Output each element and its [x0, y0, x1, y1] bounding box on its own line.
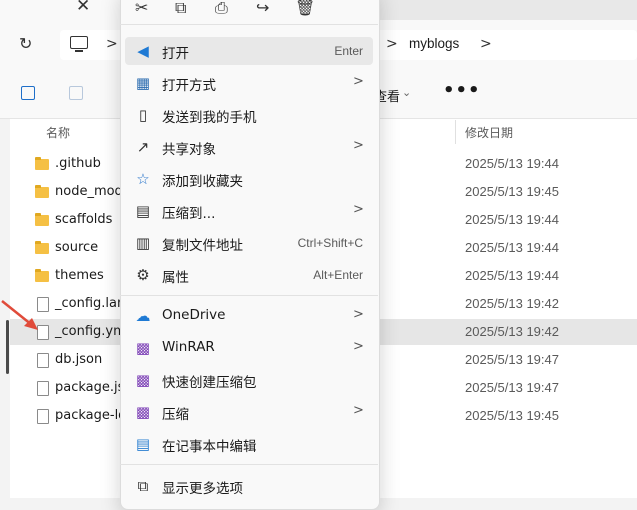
submenu-chevron-icon: >	[353, 403, 364, 418]
file-name: package-lo	[55, 408, 127, 423]
context-menu-item[interactable]: OneDrive	[162, 307, 225, 323]
share-icon: ↗	[136, 138, 150, 156]
file-name: themes	[55, 268, 104, 283]
wrench-icon: ⚙	[136, 266, 150, 284]
context-menu-item[interactable]: 压缩	[162, 403, 189, 423]
file-date: 2025/5/13 19:44	[465, 268, 559, 283]
context-menu-item[interactable]: 共享对象	[162, 138, 216, 158]
submenu-chevron-icon: >	[353, 74, 364, 89]
context-menu-item[interactable]: 快速创建压缩包	[162, 371, 257, 391]
context-menu-item[interactable]: 显示更多选项	[162, 477, 243, 497]
file-icon	[37, 409, 49, 424]
context-menu-item[interactable]: 打开	[162, 42, 189, 62]
zip-icon: ▤	[135, 202, 151, 220]
file-date: 2025/5/13 19:47	[465, 380, 559, 395]
copy-icon[interactable]	[21, 86, 35, 100]
menu-separator	[120, 24, 378, 25]
breadcrumb-chevron-icon[interactable]: >	[106, 36, 118, 52]
submenu-chevron-icon: >	[353, 138, 364, 153]
paste-icon[interactable]	[69, 86, 83, 100]
menu-separator	[120, 295, 378, 296]
breadcrumb-current-folder[interactable]: myblogs	[409, 36, 459, 51]
file-date: 2025/5/13 19:45	[465, 184, 559, 199]
file-name: _config.yml	[55, 324, 130, 339]
file-icon	[37, 381, 49, 396]
refresh-icon[interactable]: ↻	[19, 34, 32, 53]
submenu-chevron-icon: >	[353, 339, 364, 354]
file-name: db.json	[55, 352, 103, 367]
context-menu-item[interactable]: 发送到我的手机	[162, 106, 257, 126]
tab-current[interactable]	[0, 0, 120, 20]
breadcrumb-chevron-icon[interactable]: >	[480, 36, 492, 52]
this-pc-icon[interactable]	[70, 36, 88, 52]
annotation-arrow-icon	[1, 300, 38, 330]
context-menu-item[interactable]: 属性	[162, 266, 189, 286]
chevron-down-icon[interactable]: ⌄	[402, 86, 411, 99]
context-menu-item[interactable]: 在记事本中编辑	[162, 435, 257, 455]
close-tab-icon[interactable]: ✕	[76, 0, 90, 16]
column-header-name[interactable]: 名称	[46, 124, 70, 141]
share-icon[interactable]: ↪	[256, 0, 269, 17]
folder-icon	[35, 185, 49, 198]
column-header-date[interactable]: 修改日期	[465, 124, 513, 141]
more-options-icon: ⧉	[137, 477, 149, 495]
file-date: 2025/5/13 19:47	[465, 352, 559, 367]
context-menu-item[interactable]: 复制文件地址	[162, 234, 243, 254]
file-icon	[37, 353, 49, 368]
star-icon: ☆	[136, 170, 150, 188]
file-date: 2025/5/13 19:42	[465, 324, 559, 339]
file-name: scaffolds	[55, 212, 113, 227]
context-menu-item[interactable]: 添加到收藏夹	[162, 170, 243, 190]
context-menu-item[interactable]: WinRAR	[162, 339, 215, 355]
folder-icon	[35, 269, 49, 282]
folder-icon	[35, 241, 49, 254]
phone-icon: ▯	[138, 106, 148, 124]
winrar-icon: ▩	[135, 339, 151, 357]
menu-shortcut: Alt+Enter	[313, 268, 363, 282]
file-date: 2025/5/13 19:44	[465, 156, 559, 171]
file-date: 2025/5/13 19:44	[465, 212, 559, 227]
folder-icon	[35, 157, 49, 170]
onedrive-icon: ☁	[135, 307, 151, 325]
notepad-icon: ▤	[135, 435, 151, 453]
copy-path-icon: ▥	[135, 234, 151, 252]
file-date: 2025/5/13 19:45	[465, 408, 559, 423]
menu-shortcut: Enter	[334, 44, 363, 58]
folder-icon	[35, 213, 49, 226]
breadcrumb-chevron-icon[interactable]: >	[386, 36, 398, 52]
rename-icon[interactable]: ⎙	[215, 0, 228, 18]
open-with-icon: ▦	[135, 74, 151, 92]
submenu-chevron-icon: >	[353, 307, 364, 322]
file-date: 2025/5/13 19:42	[465, 296, 559, 311]
context-menu	[120, 0, 380, 510]
submenu-chevron-icon: >	[353, 202, 364, 217]
cut-icon[interactable]: ✂	[135, 0, 148, 17]
menu-shortcut: Ctrl+Shift+C	[297, 236, 363, 250]
context-menu-item[interactable]: 打开方式	[162, 74, 216, 94]
copy-icon[interactable]: ⧉	[175, 0, 186, 18]
winrar-icon: ▩	[135, 403, 151, 421]
menu-separator	[120, 464, 378, 465]
context-menu-item[interactable]: 压缩到...	[162, 202, 215, 222]
more-options-button[interactable]: •••	[443, 80, 481, 101]
delete-icon[interactable]: 🗑	[295, 0, 315, 17]
file-name: .github	[55, 156, 101, 171]
vscode-icon: ◀	[137, 42, 149, 60]
file-name: source	[55, 240, 99, 255]
column-divider[interactable]	[455, 120, 456, 144]
file-date: 2025/5/13 19:44	[465, 240, 559, 255]
winrar-icon: ▩	[135, 371, 151, 389]
